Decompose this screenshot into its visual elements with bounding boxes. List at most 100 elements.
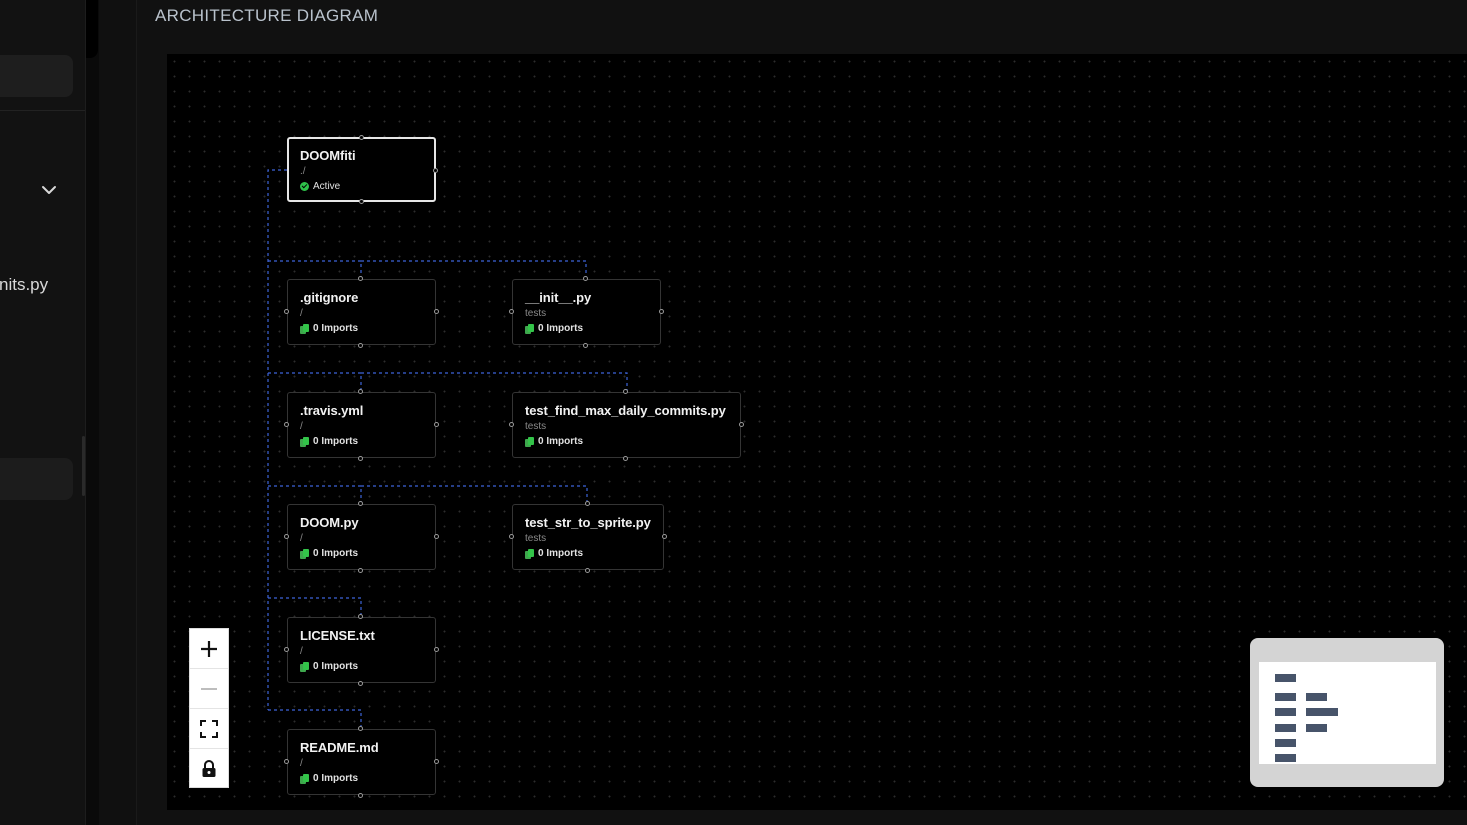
file-copy-icon: [525, 323, 534, 334]
node-path: ./: [300, 166, 306, 177]
diagram-controls: [189, 628, 229, 788]
lock-button[interactable]: [190, 749, 228, 789]
imports-count: 0 Imports: [313, 323, 359, 334]
imports-count: 0 Imports: [313, 773, 359, 784]
node-handle-right[interactable]: [662, 534, 667, 539]
file-copy-icon: [300, 548, 309, 559]
panel-gutter: [86, 0, 99, 825]
file-copy-icon: [525, 548, 534, 559]
sidebar-file-item[interactable]: nits.py: [0, 275, 48, 295]
node-handle-top[interactable]: [358, 726, 363, 731]
minimap-viewport[interactable]: [1259, 662, 1436, 764]
node-handle-right[interactable]: [739, 422, 744, 427]
node-title: README.md: [300, 740, 379, 755]
node-test-find-max-daily-commits[interactable]: test_find_max_daily_commits.py tests 0 I…: [509, 389, 744, 461]
node-handle-left[interactable]: [284, 759, 289, 764]
node-handle-left[interactable]: [284, 309, 289, 314]
node-handle-top[interactable]: [359, 135, 364, 140]
node-handle-left[interactable]: [284, 647, 289, 652]
node-handle-top[interactable]: [358, 276, 363, 281]
node-license-txt[interactable]: LICENSE.txt / 0 Imports: [284, 614, 439, 686]
node-status: Active: [300, 181, 423, 192]
node-handle-bottom[interactable]: [583, 343, 588, 348]
node-handle-bottom[interactable]: [358, 793, 363, 798]
minimap-node: [1275, 693, 1296, 701]
imports-count: 0 Imports: [313, 548, 359, 559]
node-handle-left[interactable]: [509, 309, 514, 314]
node-handle-bottom[interactable]: [358, 456, 363, 461]
node-path: /: [300, 421, 303, 432]
chevron-down-icon[interactable]: [40, 181, 58, 199]
file-copy-icon: [300, 661, 309, 672]
node-path: /: [300, 308, 303, 319]
sidebar-scrollbar[interactable]: [82, 436, 85, 496]
node-path: tests: [525, 421, 547, 432]
node-handle-bottom[interactable]: [358, 343, 363, 348]
file-copy-icon: [300, 436, 309, 447]
node-handle-bottom[interactable]: [359, 199, 364, 204]
node-handle-top[interactable]: [358, 501, 363, 506]
node-handle-right[interactable]: [434, 422, 439, 427]
minimap-node: [1306, 708, 1338, 716]
node-title: .travis.yml: [300, 403, 364, 418]
node-doom-py[interactable]: DOOM.py / 0 Imports: [284, 501, 439, 573]
sidebar-search-box[interactable]: [0, 55, 73, 97]
node-handle-top[interactable]: [358, 389, 363, 394]
node-handle-bottom[interactable]: [585, 568, 590, 573]
node-title: LICENSE.txt: [300, 628, 375, 643]
node-title: DOOM.py: [300, 515, 359, 530]
sidebar-button[interactable]: [0, 458, 73, 500]
node-handle-right[interactable]: [433, 168, 438, 173]
minimap[interactable]: [1250, 638, 1444, 787]
node-handle-left[interactable]: [284, 422, 289, 427]
zoom-in-button[interactable]: [190, 629, 228, 669]
minimap-node: [1275, 708, 1296, 716]
node-title: DOOMfiti: [300, 148, 356, 163]
node-handle-top[interactable]: [623, 389, 628, 394]
page-title: ARCHITECTURE DIAGRAM: [155, 6, 379, 25]
node-doomfiti[interactable]: DOOMfiti ./ Active: [287, 135, 438, 204]
node-imports: 0 Imports: [525, 548, 651, 559]
node-handle-top[interactable]: [583, 276, 588, 281]
node-path: /: [300, 533, 303, 544]
fit-view-button[interactable]: [190, 709, 228, 749]
zoom-out-button[interactable]: [190, 669, 228, 709]
node-handle-right[interactable]: [434, 309, 439, 314]
panel-gutter-cap: [86, 0, 98, 58]
node-handle-top[interactable]: [585, 501, 590, 506]
node-imports: 0 Imports: [300, 323, 423, 334]
minus-icon: [201, 687, 217, 690]
lock-icon: [202, 760, 216, 777]
node-gitignore[interactable]: .gitignore / 0 Imports: [284, 276, 439, 348]
minimap-node: [1306, 693, 1327, 701]
node-handle-left[interactable]: [509, 534, 514, 539]
node-handle-right[interactable]: [659, 309, 664, 314]
node-handle-bottom[interactable]: [358, 681, 363, 686]
node-handle-right[interactable]: [434, 759, 439, 764]
file-copy-icon: [300, 773, 309, 784]
node-test-str-to-sprite[interactable]: test_str_to_sprite.py tests 0 Imports: [509, 501, 667, 573]
node-path: tests: [525, 308, 547, 319]
node-handle-right[interactable]: [434, 647, 439, 652]
panel-divider: [99, 0, 137, 825]
node-imports: 0 Imports: [300, 436, 423, 447]
node-readme-md[interactable]: README.md / 0 Imports: [284, 726, 439, 798]
node-title: __init__.py: [525, 290, 592, 305]
node-title: test_find_max_daily_commits.py: [525, 403, 726, 418]
node-imports: 0 Imports: [300, 661, 423, 672]
node-handle-left[interactable]: [284, 534, 289, 539]
node-init-py[interactable]: __init__.py tests 0 Imports: [509, 276, 664, 348]
node-travis-yml[interactable]: .travis.yml / 0 Imports: [284, 389, 439, 461]
node-handle-bottom[interactable]: [358, 568, 363, 573]
minimap-node: [1275, 739, 1296, 747]
minimap-node: [1275, 674, 1296, 682]
sidebar-divider: [0, 110, 85, 111]
node-handle-bottom[interactable]: [623, 456, 628, 461]
imports-count: 0 Imports: [313, 436, 359, 447]
imports-count: 0 Imports: [538, 548, 584, 559]
node-handle-left[interactable]: [509, 422, 514, 427]
node-imports: 0 Imports: [525, 323, 648, 334]
node-handle-top[interactable]: [358, 614, 363, 619]
imports-count: 0 Imports: [313, 661, 359, 672]
node-handle-right[interactable]: [434, 534, 439, 539]
